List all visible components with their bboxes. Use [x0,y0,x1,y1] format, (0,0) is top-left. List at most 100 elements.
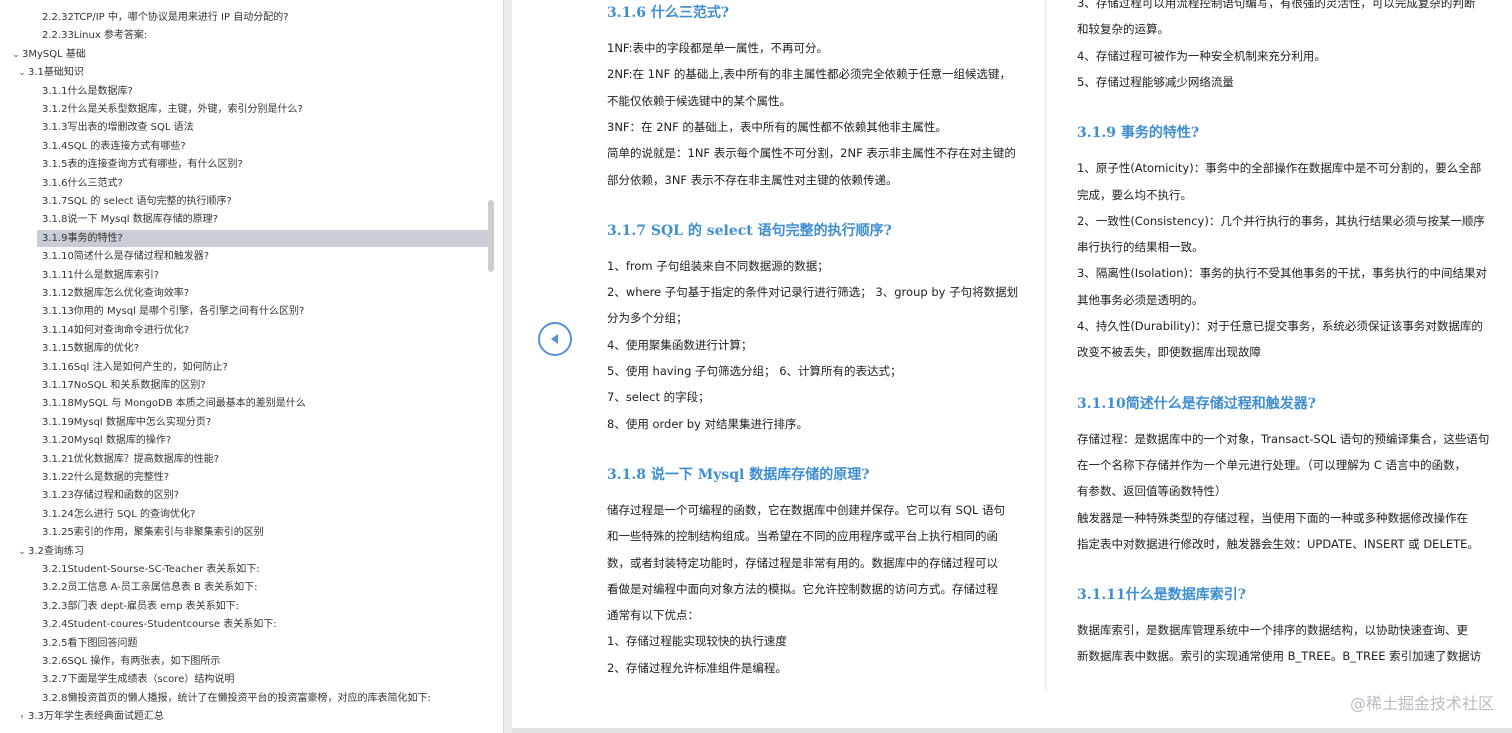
chevron-down-icon[interactable]: ⌄ [10,47,22,64]
toc-item[interactable]: 3.1.5表的连接查询方式有哪些，有什么区别? [42,156,243,173]
paragraph-line: 2、where 子句基于指定的条件对记录行进行筛选； 3、group by 子句… [607,285,1019,300]
sidebar-scrollbar[interactable] [487,4,495,729]
paragraph-line: 7、select 的字段； [607,390,710,405]
toc-item[interactable]: 3.1.6什么三范式? [42,175,123,192]
toc-item[interactable]: 3.2.7下面是学生成绩表（score）结构说明 [42,671,234,688]
toc-item[interactable]: 3.2.1Student-Sourse-SC-Teacher 表关系如下: [42,561,260,578]
toc-item[interactable]: 3.2.6SQL 操作，有两张表，如下图所示 [42,653,220,670]
toc-item-label: 2.2.32TCP/IP 中，哪个协议是用来进行 IP 自动分配的? [42,12,289,23]
toc-item[interactable]: ⌄ 3MySQL 基础 [10,46,86,63]
chevron-down-icon[interactable]: ⌄ [16,65,28,82]
toc-item[interactable]: 3.1.1什么是数据库? [42,83,133,100]
paragraph-line: 数据库索引，是数据库管理系统中一个排序的数据结构，以协助快速查询、更 [1077,623,1468,638]
toc-item-label: 3.1.1什么是数据库? [42,85,133,97]
paragraph-line: 看做是对编程中面向对象方法的模拟。它允许控制数据的访问方式。存储过程 [607,581,998,596]
toc-item[interactable]: 3.1.12数据库怎么优化查询效率? [42,285,189,302]
chevron-down-icon[interactable]: ⌄ [16,544,28,561]
paragraph-line: 4、存储过程可被作为一种安全机制来充分利用。 [1077,48,1326,63]
toc-item-label: 3.2.3部门表 dept-雇员表 emp 表关系如下: [42,600,239,612]
paragraph-line: 3、存储过程可以用流程控制语句编写，有很强的灵活性，可以完成复杂的判断 [1077,0,1476,10]
toc-item[interactable]: 3.1.14如何对查询命令进行优化? [42,322,189,339]
toc-item-label: 3.1.7SQL 的 select 语句完整的执行顺序? [42,196,232,207]
paragraph-line: 其他事务必须是透明的。 [1077,292,1204,307]
paragraph-line: 完成，要么均不执行。 [1077,187,1192,202]
toc-item[interactable]: ⌄ 3.2查询练习 [16,543,84,560]
toc-item-label: 3.1.8说一下 Mysql 数据库存储的原理? [42,214,218,226]
paragraph-line: 不能仅依赖于候选键中的某个属性。 [607,93,791,108]
sidebar-scrollbar-thumb[interactable] [488,200,494,272]
toc-item-label: 3.1.24怎么进行 SQL 的查询优化? [42,508,196,520]
toc-item[interactable]: 3.2.5看下图回答问题 [42,635,137,652]
paragraph-line: 新数据库表中数据。索引的实现通常使用 B_TREE。B_TREE 索引加速了数据… [1077,649,1482,664]
toc-item[interactable]: 3.1.11什么是数据库索引? [42,267,159,284]
toc-item[interactable]: 3.1.19Mysql 数据库中怎么实现分页? [42,414,211,431]
paragraph-line: 部分依赖，3NF 表示不存在非主属性对主键的依赖传递。 [607,172,898,187]
section-heading: 3.1.9 事务的特性? [1077,125,1200,142]
toc-item[interactable]: 3.2.3部门表 dept-雇员表 emp 表关系如下: [42,598,239,615]
paragraph-line: 8、使用 order by 对结果集进行排序。 [607,416,809,431]
toc-item[interactable]: 3.1.24怎么进行 SQL 的查询优化? [42,506,195,523]
toc-item-label: 3.1.15数据库的优化? [42,343,140,355]
toc-item[interactable]: ⌄ 3.1基础知识 [16,64,84,81]
toc-item[interactable]: 3.1.16Sql 注入是如何产生的，如何防止? [42,359,228,376]
paragraph-line: 通常有以下优点： [607,608,699,623]
section-heading: 3.1.8 说一下 Mysql 数据库存储的原理? [607,466,870,483]
toc-item-label: 3.2.5看下图回答问题 [42,637,138,649]
toc-item[interactable]: 3.1.7SQL 的 select 语句完整的执行顺序? [42,193,232,210]
toc-item[interactable]: 3.1.9事务的特性? [37,229,492,247]
toc-item-label: 3.1.23存储过程和函数的区别? [42,490,180,502]
paragraph-line: 2NF:在 1NF 的基础上,表中所有的非主属性都必须完全依赖于任意一组候选键， [607,67,1012,82]
toc-item[interactable]: 3.1.13你用的 Mysql 是哪个引擎，各引擎之间有什么区别? [42,303,304,320]
toc-item[interactable]: 3.1.18MySQL 与 MongoDB 本质之间最基本的差别是什么 [42,395,306,412]
section-heading: 3.1.7 SQL 的 select 语句完整的执行顺序? [607,222,892,239]
toc-item[interactable]: 3.2.4Student-coures-Studentcourse 表关系如下: [42,616,277,633]
toc-item[interactable]: 2.2.33Linux 参考答案: [42,27,147,44]
toc-item-label: 3.1.2什么是关系型数据库，主键，外键，索引分别是什么? [42,104,303,115]
toc-sidebar: 2.2.32TCP/IP 中，哪个协议是用来进行 IP 自动分配的? 2.2.33… [0,0,504,733]
toc-item-label: 3.2.4Student-coures-Studentcourse 表关系如下: [42,619,277,631]
toc-item-label: 3.1.6什么三范式? [42,177,123,189]
toc-item-label: 3.1基础知识 [28,67,84,79]
toc-item[interactable]: › 3.3万年学生表经典面试题汇总 [16,708,164,725]
paragraph-line: 和较复杂的运算。 [1077,22,1169,37]
toc-item-label: 3.1.19Mysql 数据库中怎么实现分页? [42,416,212,428]
toc-item-label: 3.1.11什么是数据库索引? [42,269,160,281]
toc-item[interactable]: 3.1.3写出表的增删改查 SQL 语法 [42,119,194,136]
toc-item[interactable]: 3.1.15数据库的优化? [42,340,139,357]
toc-item[interactable]: 3.2.8懒投资首页的懒人播报，统计了在懒投资平台的投资富豪榜，对应的库表简化如… [42,690,431,707]
horizontal-scrollbar[interactable] [512,728,1512,733]
prev-page-button[interactable] [538,322,572,356]
toc-item[interactable]: 3.2.2员工信息 A-员工亲属信息表 B 表关系如下: [42,579,257,596]
toc-item-label: 3.2.1Student-Sourse-SC-Teacher 表关系如下: [42,564,260,575]
toc-item[interactable]: 3.1.22什么是数据的完整性? [42,469,169,486]
toc-item[interactable]: 3.1.10简述什么是存储过程和触发器? [42,248,209,265]
toc-item-label: 3.1.18MySQL 与 MongoDB 本质之间最基本的差别是什么 [42,398,306,410]
toc-item[interactable]: 3.1.20Mysql 数据库的操作? [42,432,171,449]
toc-item[interactable]: 3.1.4SQL 的表连接方式有哪些? [42,138,186,155]
toc-item[interactable]: 3.1.17NoSQL 和关系数据库的区别? [42,377,206,394]
toc-item-label: 3.1.4SQL 的表连接方式有哪些? [42,140,186,152]
paragraph-line: 5、使用 having 子句筛选分组； 6、计算所有的表达式； [607,364,902,378]
paragraph-line: 1、from 子句组装来自不同数据源的数据； [607,258,829,273]
toc-item-label: 3.1.17NoSQL 和关系数据库的区别? [42,380,206,391]
paragraph-line: 1NF:表中的字段都是单一属性，不再可分。 [607,41,829,55]
toc-item-label: 3.1.3写出表的增删改查 SQL 语法 [42,122,194,134]
chevron-right-icon[interactable]: › [16,709,28,726]
paragraph-line: 简单的说就是：1NF 表示每个属性不可分割，2NF 表示非主属性不存在对主键的 [607,146,1016,161]
paragraph-line: 有参数、返回值等函数特性） [1077,484,1227,499]
toc-item[interactable]: 3.1.25索引的作用，聚集索引与非聚集索引的区别 [42,524,264,541]
paragraph-line: 3、隔离性(Isolation)：事务的执行不受其他事务的干扰，事务执行的中间结… [1077,266,1487,281]
toc-item[interactable]: 3.1.23存储过程和函数的区别? [42,487,179,504]
paragraph-line: 4、使用聚集函数进行计算； [607,337,753,352]
toc-item[interactable]: 3.1.8说一下 Mysql 数据库存储的原理? [42,211,218,228]
toc-item[interactable]: 3.1.2什么是关系型数据库，主键，外键，索引分别是什么? [42,101,303,118]
toc-item-label: 2.2.33Linux 参考答案: [42,30,148,42]
toc-item[interactable]: 2.2.32TCP/IP 中，哪个协议是用来进行 IP 自动分配的? [42,9,289,26]
toc-item[interactable]: 3.1.21优化数据库？提高数据库的性能? [42,451,219,468]
paragraph-line: 数，或者封装特定功能时，存储过程是非常有用的。数据库中的存储过程可以 [607,555,998,570]
toc-item-label: 3.1.9事务的特性? [42,232,123,244]
paragraph-line: 储存过程是一个可编程的函数，它在数据库中创建并保存。它可以有 SQL 语句 [607,502,1006,517]
toc-item-label: 3.1.21优化数据库？提高数据库的性能? [42,453,220,465]
toc-item-label: 3.1.12数据库怎么优化查询效率? [42,288,190,299]
paragraph-line: 2、一致性(Consistency)：几个并行执行的事务，其执行结果必须与按某一… [1077,213,1485,228]
